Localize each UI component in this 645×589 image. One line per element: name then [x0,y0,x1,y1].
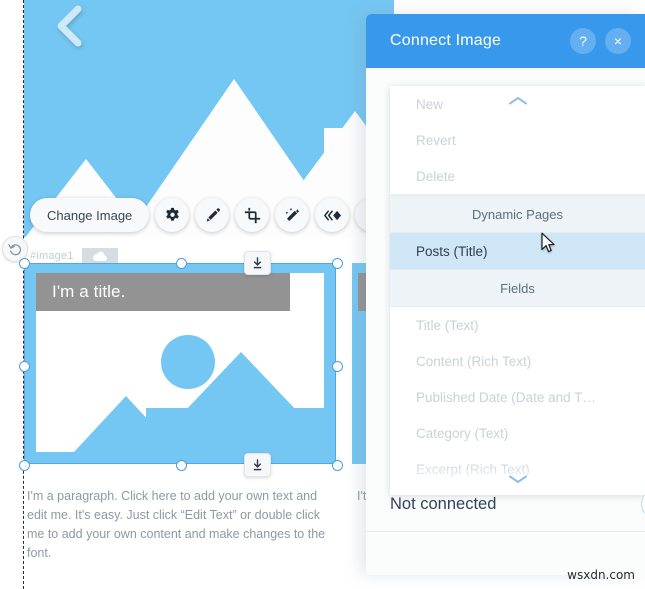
chevron-left-icon[interactable] [52,4,86,48]
dock-anchor-icon-bottom[interactable] [244,453,271,477]
resize-handle-bc[interactable] [176,460,187,471]
image-toolbar: Change Image [30,198,390,232]
crop-icon[interactable] [235,198,270,232]
image-placeholder-graphic: I'm a title. [24,263,336,464]
dropdown-item-revert: Revert [416,132,456,148]
animation-icon[interactable] [315,198,350,232]
dropdown-section-fields: Fields [390,269,645,307]
panel-title: Connect Image [390,32,502,49]
status-chevron-down-icon[interactable] [641,490,645,518]
resize-handle-bl[interactable] [19,460,30,471]
status-label: Not connected [390,494,497,513]
resize-handle-br[interactable] [332,460,343,471]
dropdown-item-posts-title[interactable]: Posts (Title) [390,233,645,269]
design-pen-icon[interactable] [195,198,230,232]
dropdown-item-published-date: Published Date (Date and T… [416,389,596,405]
paragraph-text-left[interactable]: I'm a paragraph. Click here to add your … [27,487,337,563]
dropdown-section-dynamic-pages: Dynamic Pages [390,195,645,233]
selected-image-element[interactable]: I'm a title. [19,251,343,477]
resize-handle-tr[interactable] [332,258,343,269]
connect-source-dropdown[interactable]: New Revert Delete Dynamic Pages Posts (T… [390,86,645,495]
placeholder-peak-small [74,396,178,452]
dropdown-item-category: Category (Text) [416,425,509,441]
resize-handle-tc[interactable] [176,258,187,269]
connection-status-row: Not connected [366,478,645,530]
resize-handle-mr[interactable] [332,361,343,372]
chevron-up-icon[interactable] [507,94,529,112]
close-button[interactable]: × [605,28,631,54]
magic-wand-icon[interactable] [275,198,310,232]
dock-anchor-icon-top[interactable] [244,251,271,275]
watermark: wsxdn.com [567,568,635,582]
image-title-overlay: I'm a title. [36,273,290,311]
panel-header: Connect Image ? × [366,14,645,68]
change-image-button[interactable]: Change Image [30,198,150,232]
panel-footer-divider [366,531,645,532]
image-title-text: I'm a title. [52,282,126,301]
resize-handle-tl[interactable] [19,258,30,269]
help-button[interactable]: ? [570,28,596,54]
settings-icon[interactable] [155,198,190,232]
dropdown-item-delete: Delete [416,168,456,184]
resize-handle-ml[interactable] [19,361,30,372]
dropdown-item-title: Title (Text) [416,317,479,333]
dropdown-item-content: Content (Rich Text) [416,353,532,369]
